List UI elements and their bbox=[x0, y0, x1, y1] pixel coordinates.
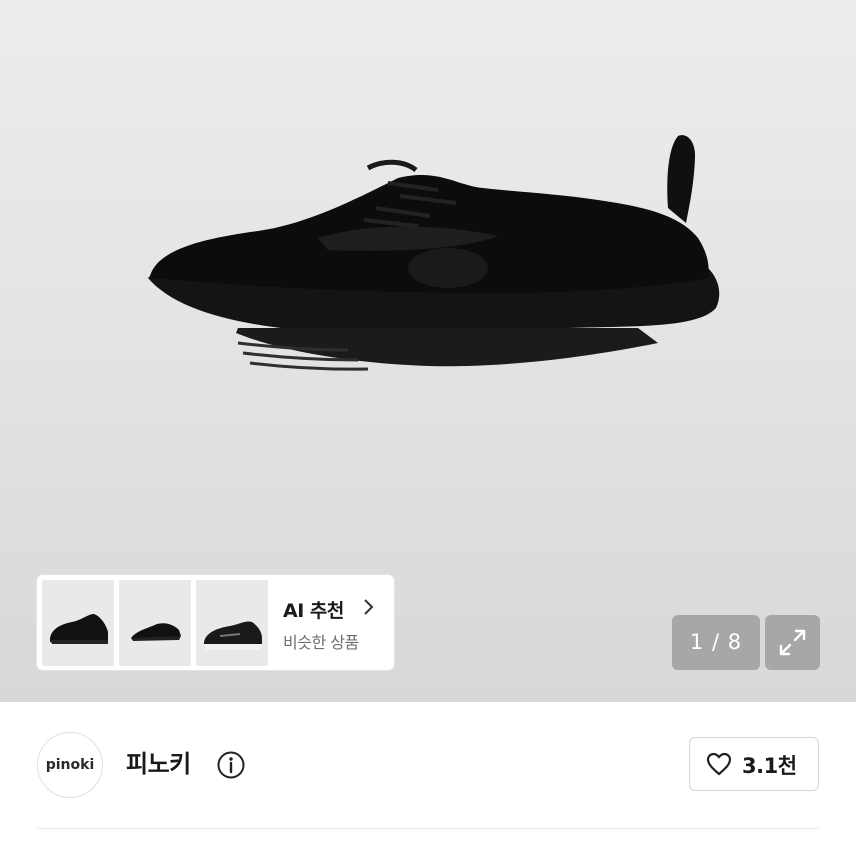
like-count: 3.1천 bbox=[742, 754, 797, 778]
like-button[interactable]: 3.1천 bbox=[689, 737, 819, 791]
product-image-gallery[interactable]: AI 추천 비슷한 상품 1 / 8 bbox=[0, 0, 856, 702]
store-info-row: pinoki 피노키 3.1천 bbox=[0, 702, 856, 856]
store-avatar[interactable]: pinoki bbox=[37, 732, 103, 798]
expand-image-button[interactable] bbox=[765, 615, 820, 670]
ai-recommend-subtitle: 비슷한 상품 bbox=[283, 633, 359, 652]
ai-recommend-title: AI 추천 bbox=[283, 600, 344, 622]
sneaker-thumbnail-icon bbox=[50, 614, 108, 644]
expand-arrows-icon bbox=[779, 629, 806, 656]
thumbnail-2[interactable] bbox=[119, 580, 191, 666]
store-name[interactable]: 피노키 bbox=[126, 744, 191, 779]
product-page: AI 추천 비슷한 상품 1 / 8 pinoki 피노키 3.1천 bbox=[0, 0, 856, 856]
sneaker-thumbnail-icon bbox=[204, 621, 262, 650]
store-avatar-text: pinoki bbox=[45, 757, 95, 773]
product-main-image bbox=[148, 135, 720, 371]
heart-icon bbox=[706, 752, 732, 776]
divider bbox=[37, 828, 819, 829]
chevron-right-icon bbox=[364, 599, 374, 615]
thumbnail-3[interactable] bbox=[196, 580, 268, 666]
thumbnail-1[interactable] bbox=[42, 580, 114, 666]
ai-recommendation-card[interactable]: AI 추천 비슷한 상품 bbox=[37, 575, 394, 670]
image-page-counter: 1 / 8 bbox=[672, 615, 760, 670]
sneaker-thumbnail-icon bbox=[131, 623, 181, 641]
info-icon[interactable] bbox=[216, 750, 246, 780]
